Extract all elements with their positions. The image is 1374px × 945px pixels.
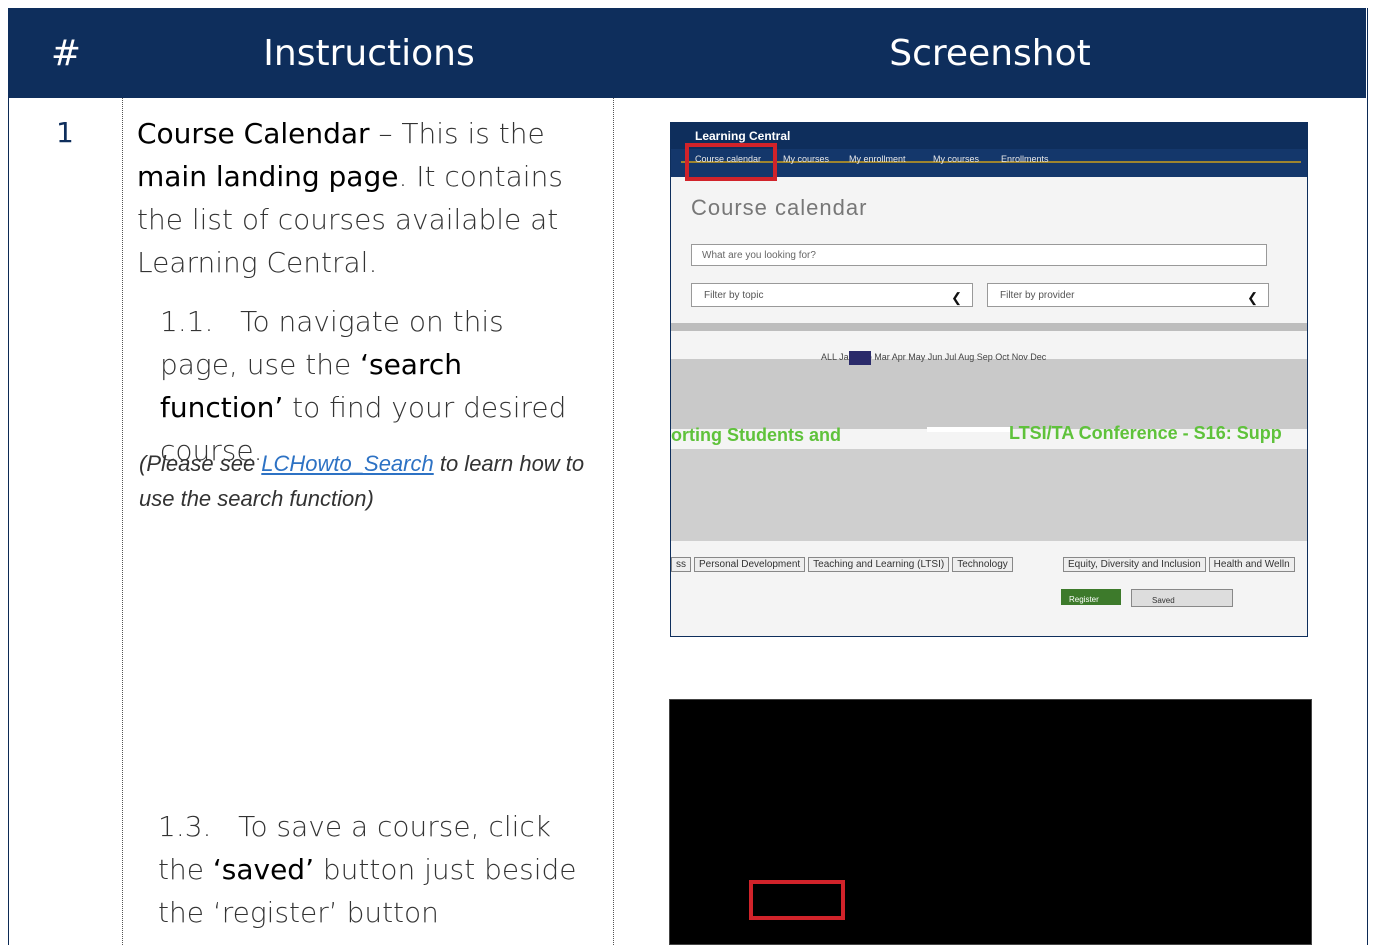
topic-tags-left: ss Personal Development Teaching and Learn… (671, 557, 1016, 572)
main-landing-page-label: main landing page (137, 160, 399, 193)
header-number: # (50, 33, 82, 74)
topic-tags-right: Equity, Diversity and Inclusion Health an… (1063, 557, 1298, 572)
course-description-band (671, 449, 1307, 541)
search-input[interactable]: What are you looking for? (691, 244, 1267, 266)
chevron-down-icon: ❮ (951, 290, 962, 305)
nav-my-courses-2[interactable]: My courses (933, 154, 979, 164)
intro-paragraph: Course Calendar – This is the main landi… (137, 117, 563, 279)
saved-label: ‘saved’ (212, 853, 314, 886)
course-title-right[interactable]: LTSI/TA Conference - S16: Supp (1009, 423, 1282, 444)
header-instructions: Instructions (263, 33, 475, 74)
course-calendar-label: Course Calendar (137, 117, 370, 150)
nav-my-enrollment[interactable]: My enrollment (849, 154, 906, 164)
course-title-left[interactable]: orting Students and (671, 425, 841, 446)
column-divider (122, 98, 123, 945)
separator (927, 427, 1011, 432)
step-1-3: 1.3. To save a course, click the ‘saved’… (158, 810, 577, 929)
course-calendar-screenshot: Learning Central Course calendar My cour… (670, 122, 1308, 637)
chevron-down-icon: ❮ (1247, 290, 1258, 305)
see-also-note: (Please see LCHowto_Search to learn how … (139, 451, 585, 511)
nav-enrollments[interactable]: Enrollments (1001, 154, 1049, 164)
header-screenshot: Screenshot (889, 33, 1091, 74)
divider-band (671, 323, 1307, 331)
register-button[interactable]: Register (1061, 589, 1121, 605)
course-band (671, 359, 1307, 429)
lchowto-search-link[interactable]: LCHowto_Search (261, 451, 433, 476)
saved-button[interactable]: Saved (1131, 589, 1233, 607)
filter-topic-select[interactable]: Filter by topic ❮ (691, 283, 973, 307)
course-calendar-title: Course calendar (691, 195, 868, 220)
course-calendar-highlight (685, 143, 777, 181)
table-header: # Instructions Screenshot (8, 8, 1366, 98)
column-divider (613, 98, 614, 945)
filter-provider-select[interactable]: Filter by provider ❮ (987, 283, 1269, 307)
row-number: 1 (56, 116, 74, 149)
saved-button-highlight (749, 880, 845, 920)
nav-my-courses[interactable]: My courses (783, 154, 829, 164)
month-jan-selected (849, 351, 871, 365)
saved-button-screenshot (669, 699, 1312, 945)
